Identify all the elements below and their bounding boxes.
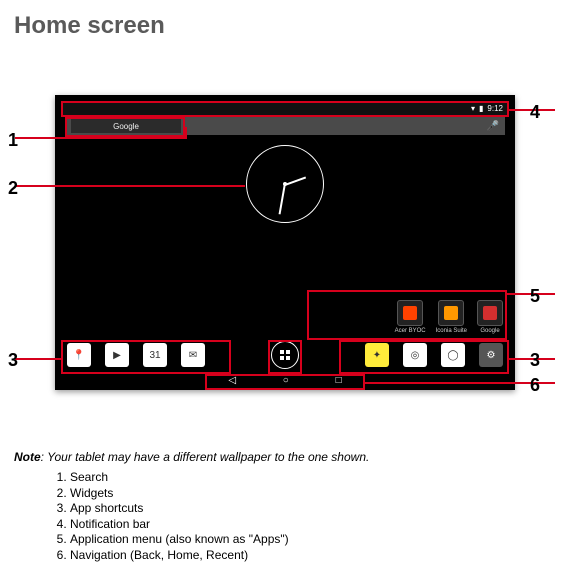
folder-iconia-suite[interactable]: Iconia Suite (436, 300, 467, 334)
maps-icon[interactable]: 📍 (67, 343, 91, 367)
calendar-icon[interactable]: 31 (143, 343, 167, 367)
camera-icon[interactable]: ◎ (403, 343, 427, 367)
game-icon[interactable]: ✦ (365, 343, 389, 367)
callout-num-5: 5 (530, 286, 540, 307)
clock-widget[interactable] (246, 145, 324, 223)
clock-time: 9:12 (487, 105, 503, 113)
chrome-icon[interactable]: ◯ (441, 343, 465, 367)
google-search-box[interactable]: Google (71, 119, 181, 133)
navigation-bar: ◁ ○ □ (205, 373, 365, 387)
folder-acer-byoc[interactable]: Acer BYOC (395, 300, 426, 334)
status-bar: ▾ ▮ 9:12 (63, 103, 507, 115)
note-bold: Note (14, 450, 41, 464)
nav-back-icon[interactable]: ◁ (228, 375, 236, 386)
legend-item-4: Notification bar (70, 517, 561, 533)
legend-item-3: App shortcuts (70, 501, 561, 517)
nav-home-icon[interactable]: ○ (283, 375, 289, 386)
gmail-icon[interactable]: ✉ (181, 343, 205, 367)
legend-list: Search Widgets App shortcuts Notificatio… (14, 470, 561, 564)
nav-recent-icon[interactable]: □ (336, 375, 342, 386)
legend-item-1: Search (70, 470, 561, 486)
callout-num-1: 1 (8, 130, 18, 151)
tablet-screenshot: ▾ ▮ 9:12 Google 🎤 Acer BYOC Iconia Suite… (55, 95, 515, 390)
dock: 📍 ▶ 31 ✉ ✦ ◎ ◯ ⚙ (65, 340, 505, 370)
legend-item-5: Application menu (also known as "Apps") (70, 532, 561, 548)
callout-num-6: 6 (530, 375, 540, 396)
wifi-icon: ▾ (471, 105, 475, 113)
settings-icon[interactable]: ⚙ (479, 343, 503, 367)
note-text: : Your tablet may have a different wallp… (41, 450, 370, 464)
note-block: Note: Your tablet may have a different w… (14, 450, 561, 564)
play-store-icon[interactable]: ▶ (105, 343, 129, 367)
page-title: Home screen (0, 0, 575, 40)
legend-item-6: Navigation (Back, Home, Recent) (70, 548, 561, 564)
legend-item-2: Widgets (70, 486, 561, 502)
callout-num-4: 4 (530, 102, 540, 123)
callout-num-3r: 3 (530, 350, 540, 371)
mic-icon[interactable]: 🎤 (487, 121, 499, 132)
callout-num-3l: 3 (8, 350, 18, 371)
battery-icon: ▮ (479, 105, 483, 113)
folder-row: Acer BYOC Iconia Suite Google (395, 300, 503, 334)
search-bar[interactable]: Google 🎤 (65, 117, 505, 135)
apps-button[interactable] (271, 341, 299, 369)
folder-google[interactable]: Google (477, 300, 503, 334)
callout-num-2: 2 (8, 178, 18, 199)
